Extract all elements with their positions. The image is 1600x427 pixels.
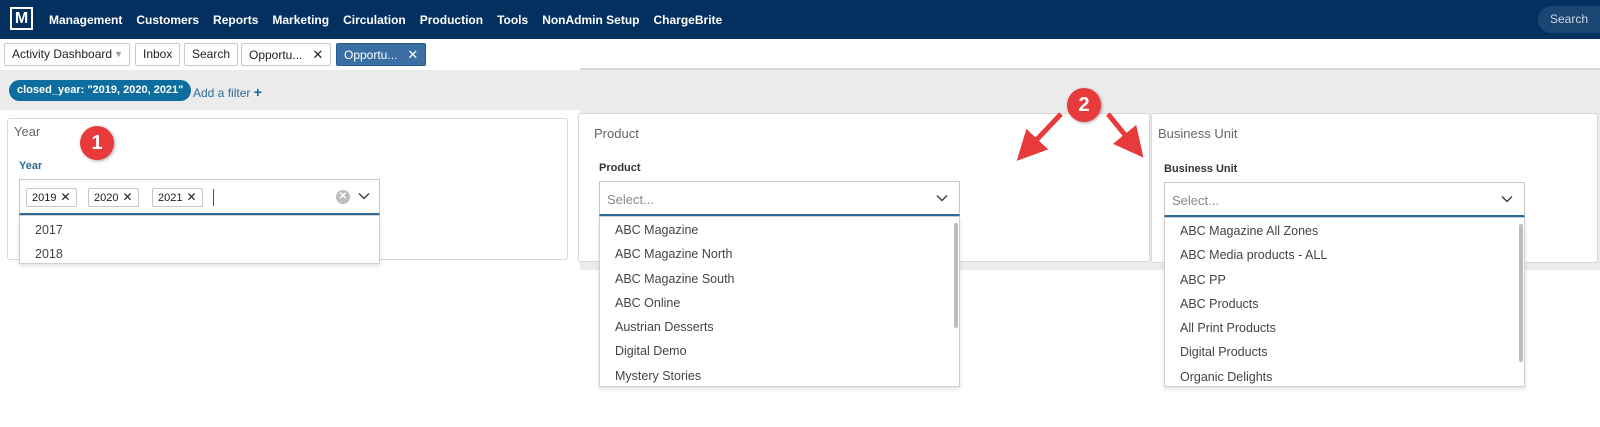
arrow-right-icon [1106,112,1144,158]
arrow-left-icon [1016,112,1063,161]
annotation-arrows [1016,112,1144,161]
